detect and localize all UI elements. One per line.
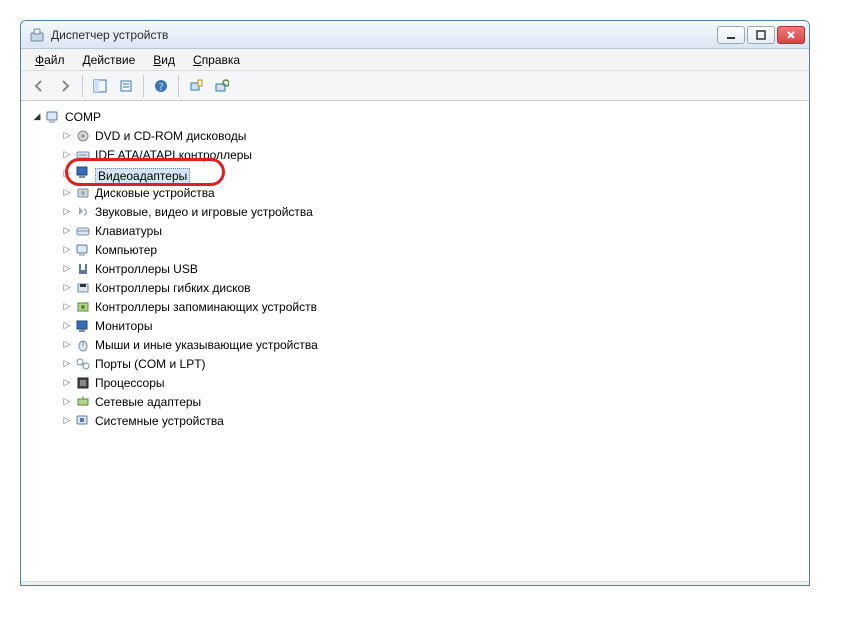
svg-text:?: ? <box>159 82 164 93</box>
tree-item-label: Процессоры <box>95 376 165 390</box>
category-icon <box>75 318 91 334</box>
root-label: COMP <box>65 110 101 124</box>
window-controls <box>717 26 805 44</box>
tree-item-label: Контроллеры USB <box>95 262 198 276</box>
tree-item[interactable]: ▷ Порты (COM и LPT) <box>61 354 805 373</box>
expand-icon[interactable]: ▷ <box>61 339 73 351</box>
titlebar: Диспетчер устройств <box>21 21 809 49</box>
tree-item-label: Компьютер <box>95 243 157 257</box>
tree-item[interactable]: ▷ Контроллеры USB <box>61 259 805 278</box>
tree-item[interactable]: ▷ Процессоры <box>61 373 805 392</box>
expand-icon[interactable]: ▷ <box>61 244 73 256</box>
device-tree-area[interactable]: ◢ COMP ▷ DVD и CD-ROM дисководы ▷ IDE ATA/A… <box>21 101 809 581</box>
app-icon <box>29 27 45 43</box>
category-icon <box>75 299 91 315</box>
tree-item-label: Контроллеры гибких дисков <box>95 281 251 295</box>
help-button[interactable]: ? <box>149 74 173 98</box>
expand-icon[interactable]: ▷ <box>61 282 73 294</box>
tree-item[interactable]: ▷ DVD и CD-ROM дисководы <box>61 126 805 145</box>
expand-icon[interactable]: ▷ <box>61 415 73 427</box>
category-icon <box>75 375 91 391</box>
nav-forward-button[interactable] <box>53 74 77 98</box>
category-icon <box>75 185 91 201</box>
show-hide-tree-button[interactable] <box>88 74 112 98</box>
tree-item-label: Сетевые адаптеры <box>95 395 201 409</box>
device-manager-window: Диспетчер устройств Файл Действие Вид Сп… <box>20 20 810 586</box>
menu-file[interactable]: Файл <box>27 51 73 69</box>
tree-item-label: Клавиатуры <box>95 224 162 238</box>
category-icon <box>75 261 91 277</box>
tree-item[interactable]: ▷ Системные устройства <box>61 411 805 430</box>
properties-button[interactable] <box>114 74 138 98</box>
expand-icon[interactable]: ▷ <box>61 358 73 370</box>
toolbar-separator <box>143 75 144 97</box>
tree-item[interactable]: ▷ Дисковые устройства <box>61 183 805 202</box>
tree-item[interactable]: ▷ Клавиатуры <box>61 221 805 240</box>
scan-hardware-button[interactable] <box>184 74 208 98</box>
statusbar <box>21 581 809 585</box>
category-icon <box>75 413 91 429</box>
tree-item-label: DVD и CD-ROM дисководы <box>95 129 246 143</box>
expand-icon[interactable]: ▷ <box>61 206 73 218</box>
tree-item[interactable]: ▷ Звуковые, видео и игровые устройства <box>61 202 805 221</box>
tree-item[interactable]: ▷ Видеоадаптеры <box>61 164 805 183</box>
tree-item-label: Порты (COM и LPT) <box>95 357 206 371</box>
category-icon <box>75 337 91 353</box>
window-title: Диспетчер устройств <box>51 28 717 42</box>
expand-icon[interactable]: ▷ <box>61 263 73 275</box>
toolbar-separator <box>178 75 179 97</box>
collapse-icon[interactable]: ◢ <box>31 111 43 123</box>
tree-item[interactable]: ▷ Компьютер <box>61 240 805 259</box>
tree-item-label: Системные устройства <box>95 414 224 428</box>
expand-icon[interactable]: ▷ <box>61 187 73 199</box>
expand-icon[interactable]: ▷ <box>61 225 73 237</box>
toolbar-separator <box>82 75 83 97</box>
expand-icon[interactable]: ▷ <box>61 130 73 142</box>
expand-icon[interactable]: ▷ <box>61 301 73 313</box>
toolbar: ? <box>21 71 809 101</box>
category-icon <box>75 356 91 372</box>
tree-item-label: IDE ATA/ATAPI контроллеры <box>95 148 252 162</box>
tree-item-label: Дисковые устройства <box>95 186 215 200</box>
nav-back-button[interactable] <box>27 74 51 98</box>
tree-item[interactable]: ▷ Мониторы <box>61 316 805 335</box>
tree-item-label: Мыши и иные указывающие устройства <box>95 338 318 352</box>
category-icon <box>75 280 91 296</box>
tree-item-label: Контроллеры запоминающих устройств <box>95 300 317 314</box>
expand-icon[interactable]: ▷ <box>61 320 73 332</box>
category-icon <box>75 223 91 239</box>
close-button[interactable] <box>777 26 805 44</box>
expand-icon[interactable]: ▷ <box>61 396 73 408</box>
expand-icon[interactable]: ▷ <box>61 149 73 161</box>
menu-action[interactable]: Действие <box>75 51 144 69</box>
tree-item-label: Звуковые, видео и игровые устройства <box>95 205 313 219</box>
category-icon <box>75 204 91 220</box>
tree-item[interactable]: ▷ Сетевые адаптеры <box>61 392 805 411</box>
tree-item[interactable]: ▷ Контроллеры гибких дисков <box>61 278 805 297</box>
tree-root[interactable]: ◢ COMP <box>31 107 805 126</box>
tree-item[interactable]: ▷ IDE ATA/ATAPI контроллеры <box>61 145 805 164</box>
category-icon <box>75 128 91 144</box>
update-driver-button[interactable] <box>210 74 234 98</box>
category-icon <box>75 147 91 163</box>
menu-help[interactable]: Справка <box>185 51 248 69</box>
category-icon <box>75 164 91 180</box>
computer-icon <box>45 109 61 125</box>
tree-item[interactable]: ▷ Контроллеры запоминающих устройств <box>61 297 805 316</box>
minimize-button[interactable] <box>717 26 745 44</box>
expand-icon[interactable]: ▷ <box>61 377 73 389</box>
device-tree: ◢ COMP ▷ DVD и CD-ROM дисководы ▷ IDE ATA/A… <box>25 107 805 430</box>
menubar: Файл Действие Вид Справка <box>21 49 809 71</box>
category-icon <box>75 394 91 410</box>
tree-item[interactable]: ▷ Мыши и иные указывающие устройства <box>61 335 805 354</box>
category-icon <box>75 242 91 258</box>
tree-item-label: Мониторы <box>95 319 152 333</box>
menu-view[interactable]: Вид <box>145 51 183 69</box>
expand-icon[interactable]: ▷ <box>61 168 73 180</box>
tree-item-label: Видеоадаптеры <box>95 168 190 184</box>
maximize-button[interactable] <box>747 26 775 44</box>
